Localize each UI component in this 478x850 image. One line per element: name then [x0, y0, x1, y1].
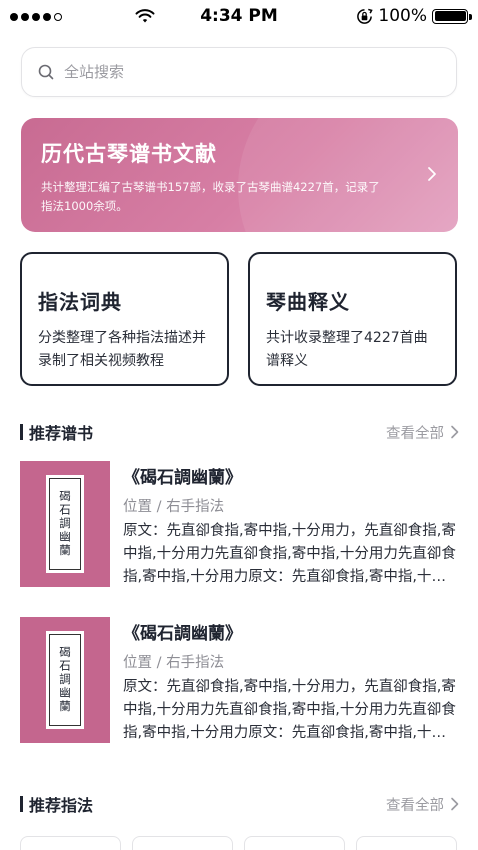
book-title: 《碣石調幽蘭》 — [123, 468, 242, 488]
technique-card[interactable] — [244, 836, 345, 850]
see-all-label: 查看全部 — [386, 797, 444, 814]
fingering-dictionary-card[interactable]: 指法词典 分类整理了各种指法描述并录制了相关视频教程 — [20, 252, 229, 386]
book-position: 位置 / 右手指法 — [123, 655, 225, 671]
card-description: 共计收录整理了4227首曲谱释义 — [266, 330, 428, 369]
chevron-right-icon — [428, 167, 436, 181]
technique-card-row — [20, 836, 460, 850]
book-cover: 碣石調幽蘭 — [20, 617, 110, 743]
status-bar: 4:34 PM 100% — [0, 0, 478, 34]
search-icon — [38, 64, 54, 80]
section-title: 推荐指法 — [29, 796, 94, 815]
card-title: 指法词典 — [38, 290, 122, 314]
book-list-item[interactable]: 碣石調幽蘭 《碣石調幽蘭》 位置 / 右手指法 原文：先直卻食指,寄中指,十分用… — [20, 461, 460, 589]
search-input[interactable] — [64, 63, 424, 81]
cover-title: 碣石調幽蘭 — [58, 646, 72, 714]
technique-card[interactable] — [132, 836, 233, 850]
book-list-item[interactable]: 碣石調幽蘭 《碣石調幽蘭》 位置 / 右手指法 原文：先直卻食指,寄中指,十分用… — [20, 617, 460, 745]
search-bar[interactable] — [21, 47, 457, 97]
book-title: 《碣石調幽蘭》 — [123, 624, 242, 644]
chevron-right-icon — [451, 425, 459, 439]
banner-description: 共计整理汇编了古琴谱书157部，收录了古琴曲谱4227首，记录了指法1000余项… — [41, 180, 380, 213]
literature-banner[interactable]: 历代古琴谱书文献 共计整理汇编了古琴谱书157部，收录了古琴曲谱4227首，记录… — [21, 118, 458, 232]
cover-title: 碣石調幽蘭 — [58, 490, 72, 558]
section-title: 推荐谱书 — [29, 424, 94, 443]
see-all-books-link[interactable]: 查看全部 — [386, 422, 460, 443]
recommended-books-header: 推荐谱书 查看全部 — [20, 420, 460, 444]
battery-percent: 100% — [378, 6, 427, 26]
banner-title: 历代古琴谱书文献 — [41, 142, 217, 166]
section-marker — [20, 796, 23, 812]
piece-interpretation-card[interactable]: 琴曲释义 共计收录整理了4227首曲谱释义 — [248, 252, 457, 386]
book-cover: 碣石調幽蘭 — [20, 461, 110, 587]
recommended-techniques-header: 推荐指法 查看全部 — [20, 792, 460, 816]
book-excerpt: 原文：先直卻食指,寄中指,十分用力，先直卻食指,寄中指,十分用力先直卻食指,寄中… — [123, 679, 456, 741]
technique-card[interactable] — [20, 836, 121, 850]
chevron-right-icon — [451, 797, 459, 811]
battery-icon — [432, 8, 472, 24]
technique-card[interactable] — [356, 836, 457, 850]
card-description: 分类整理了各种指法描述并录制了相关视频教程 — [38, 330, 206, 369]
card-title: 琴曲释义 — [266, 290, 350, 314]
see-all-label: 查看全部 — [386, 425, 444, 442]
book-excerpt: 原文：先直卻食指,寄中指,十分用力，先直卻食指,寄中指,十分用力先直卻食指,寄中… — [123, 523, 456, 585]
see-all-techniques-link[interactable]: 查看全部 — [386, 794, 460, 815]
section-marker — [20, 424, 23, 440]
rotation-lock-icon — [357, 8, 374, 24]
book-position: 位置 / 右手指法 — [123, 499, 225, 515]
